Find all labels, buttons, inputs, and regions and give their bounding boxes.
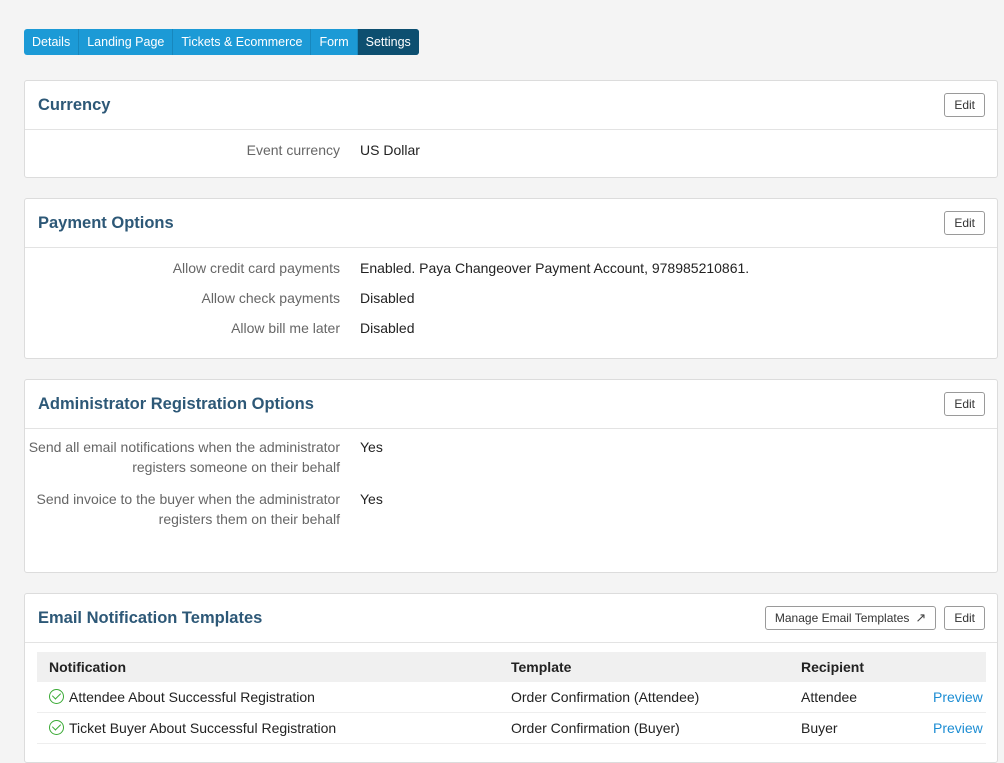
check-circle-icon [49,689,64,704]
send-notifications-label: Send all email notifications when the ad… [28,439,340,475]
currency-panel: Currency Edit Event currency US Dollar [24,80,998,178]
tab-bar: Details Landing Page Tickets & Ecommerce… [24,29,419,55]
recipient-name: Attendee [789,682,921,713]
notification-name: Attendee About Successful Registration [69,689,315,705]
bill-me-later-value: Disabled [360,320,415,336]
tab-tickets-ecommerce[interactable]: Tickets & Ecommerce [173,29,312,55]
admin-registration-panel: Administrator Registration Options Edit … [24,379,998,573]
event-currency-label: Event currency [246,142,340,158]
column-notification: Notification [37,652,499,682]
external-link-icon: ↗ [915,610,927,625]
payment-edit-button[interactable]: Edit [944,211,985,235]
email-edit-button[interactable]: Edit [944,606,985,630]
event-currency-value: US Dollar [360,142,420,158]
payment-options-panel: Payment Options Edit Allow credit card p… [24,198,998,359]
column-recipient: Recipient [789,652,921,682]
currency-edit-button[interactable]: Edit [944,93,985,117]
check-payments-value: Disabled [360,290,415,306]
template-name: Order Confirmation (Attendee) [499,682,789,713]
send-invoice-row: Send invoice to the buyer when the admin… [25,489,997,529]
payment-options-title: Payment Options [38,213,174,232]
column-template: Template [499,652,789,682]
tab-landing-page[interactable]: Landing Page [79,29,174,55]
check-payments-label: Allow check payments [201,290,340,306]
preview-link[interactable]: Preview [933,720,983,736]
admin-registration-title: Administrator Registration Options [38,394,314,413]
send-invoice-value: Yes [360,491,383,507]
event-currency-row: Event currency US Dollar [25,140,997,160]
tab-settings[interactable]: Settings [357,29,419,55]
email-templates-title: Email Notification Templates [38,608,263,627]
tab-details[interactable]: Details [24,29,80,55]
bill-me-later-row: Allow bill me later Disabled [25,318,997,338]
check-circle-icon [49,720,64,735]
admin-edit-button[interactable]: Edit [944,392,985,416]
preview-link[interactable]: Preview [933,689,983,705]
credit-card-label: Allow credit card payments [172,260,340,276]
manage-email-templates-label: Manage Email Templates [774,611,910,625]
column-action [921,652,986,682]
notification-name: Ticket Buyer About Successful Registrati… [69,720,337,736]
bill-me-later-label: Allow bill me later [231,320,340,336]
manage-email-templates-button[interactable]: Manage Email Templates ↗ [764,606,937,630]
notification-table: Notification Template Recipient Attendee… [37,652,986,744]
send-invoice-label: Send invoice to the buyer when the admin… [36,491,340,527]
currency-title: Currency [38,95,111,114]
credit-card-row: Allow credit card payments Enabled. Paya… [25,258,997,278]
table-header-row: Notification Template Recipient [37,652,986,682]
check-payments-row: Allow check payments Disabled [25,288,997,308]
table-row: Attendee About Successful Registration O… [37,682,986,713]
tab-form[interactable]: Form [311,29,358,55]
credit-card-value: Enabled. Paya Changeover Payment Account… [360,260,750,276]
email-templates-panel: Email Notification Templates Manage Emai… [24,593,998,763]
send-notifications-row: Send all email notifications when the ad… [25,437,997,477]
template-name: Order Confirmation (Buyer) [499,712,789,744]
table-row: Ticket Buyer About Successful Registrati… [37,712,986,744]
recipient-name: Buyer [789,712,921,744]
send-notifications-value: Yes [360,439,383,455]
